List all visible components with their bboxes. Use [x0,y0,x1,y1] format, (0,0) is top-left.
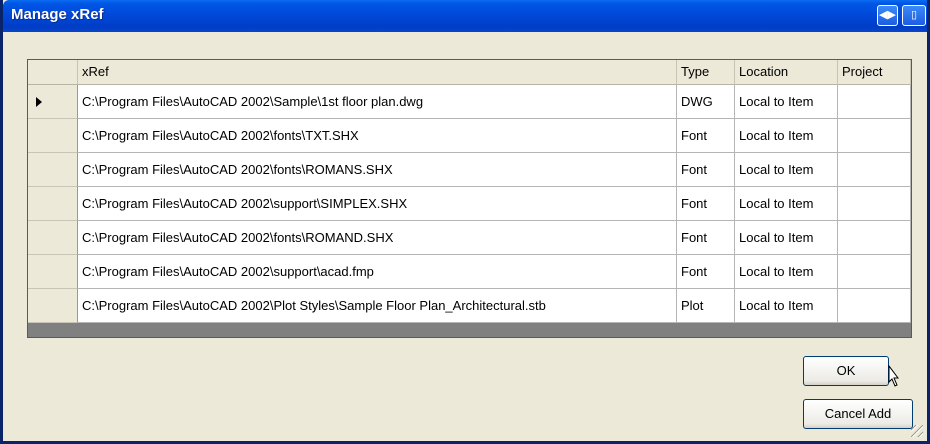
mouse-cursor-icon [888,364,899,387]
cell-location[interactable]: Local to Item [735,153,838,187]
table-row[interactable]: C:\Program Files\AutoCAD 2002\support\SI… [28,187,911,221]
cell-type[interactable]: Font [677,153,735,187]
cell-type[interactable]: DWG [677,85,735,119]
title-bar: Manage xRef ◀▶ ▯ [3,0,927,32]
grid-header: xRef Type Location Project [28,60,911,85]
row-selector[interactable] [28,119,78,153]
current-row-arrow-icon [36,97,42,107]
cell-location[interactable]: Local to Item [735,255,838,289]
cell-location[interactable]: Local to Item [735,85,838,119]
column-header-type[interactable]: Type [677,60,735,85]
cell-type[interactable]: Plot [677,289,735,323]
ok-button[interactable]: OK [803,356,889,386]
row-selector[interactable] [28,255,78,289]
cell-project[interactable] [838,221,911,255]
cell-project[interactable] [838,187,911,221]
cell-project[interactable] [838,153,911,187]
table-row[interactable]: C:\Program Files\AutoCAD 2002\fonts\ROMA… [28,153,911,187]
cell-xref[interactable]: C:\Program Files\AutoCAD 2002\support\SI… [78,187,677,221]
row-selector[interactable] [28,153,78,187]
column-header-location[interactable]: Location [735,60,838,85]
row-selector[interactable] [28,221,78,255]
table-row[interactable]: C:\Program Files\AutoCAD 2002\fonts\ROMA… [28,221,911,255]
cell-type[interactable]: Font [677,119,735,153]
cell-project[interactable] [838,289,911,323]
column-header-xref[interactable]: xRef [78,60,677,85]
cell-xref[interactable]: C:\Program Files\AutoCAD 2002\support\ac… [78,255,677,289]
manage-xref-dialog: Manage xRef ◀▶ ▯ xRef Type Location Proj… [0,0,930,444]
cell-location[interactable]: Local to Item [735,119,838,153]
row-selector[interactable] [28,289,78,323]
cell-location[interactable]: Local to Item [735,221,838,255]
cell-xref[interactable]: C:\Program Files\AutoCAD 2002\fonts\ROMA… [78,153,677,187]
row-selector[interactable] [28,85,78,119]
row-selector[interactable] [28,187,78,221]
maximize-icon[interactable]: ▯ [902,5,926,26]
cell-type[interactable]: Font [677,221,735,255]
cell-location[interactable]: Local to Item [735,187,838,221]
table-row[interactable]: C:\Program Files\AutoCAD 2002\support\ac… [28,255,911,289]
resize-grip-icon[interactable] [911,425,923,437]
cell-xref[interactable]: C:\Program Files\AutoCAD 2002\Plot Style… [78,289,677,323]
cell-location[interactable]: Local to Item [735,289,838,323]
cell-xref[interactable]: C:\Program Files\AutoCAD 2002\fonts\ROMA… [78,221,677,255]
cell-type[interactable]: Font [677,255,735,289]
cell-project[interactable] [838,119,911,153]
cell-project[interactable] [838,85,911,119]
cell-type[interactable]: Font [677,187,735,221]
column-header-project[interactable]: Project [838,60,911,85]
xref-grid: xRef Type Location Project C:\Program Fi… [27,59,912,338]
cancel-add-button[interactable]: Cancel Add [803,399,913,429]
row-header-corner [28,60,78,85]
table-row[interactable]: C:\Program Files\AutoCAD 2002\Plot Style… [28,289,911,323]
cell-xref[interactable]: C:\Program Files\AutoCAD 2002\fonts\TXT.… [78,119,677,153]
cell-project[interactable] [838,255,911,289]
cell-xref[interactable]: C:\Program Files\AutoCAD 2002\Sample\1st… [78,85,677,119]
table-row[interactable]: C:\Program Files\AutoCAD 2002\fonts\TXT.… [28,119,911,153]
window-title: Manage xRef [11,6,104,23]
restore-icon[interactable]: ◀▶ [877,5,898,26]
table-row[interactable]: C:\Program Files\AutoCAD 2002\Sample\1st… [28,85,911,119]
